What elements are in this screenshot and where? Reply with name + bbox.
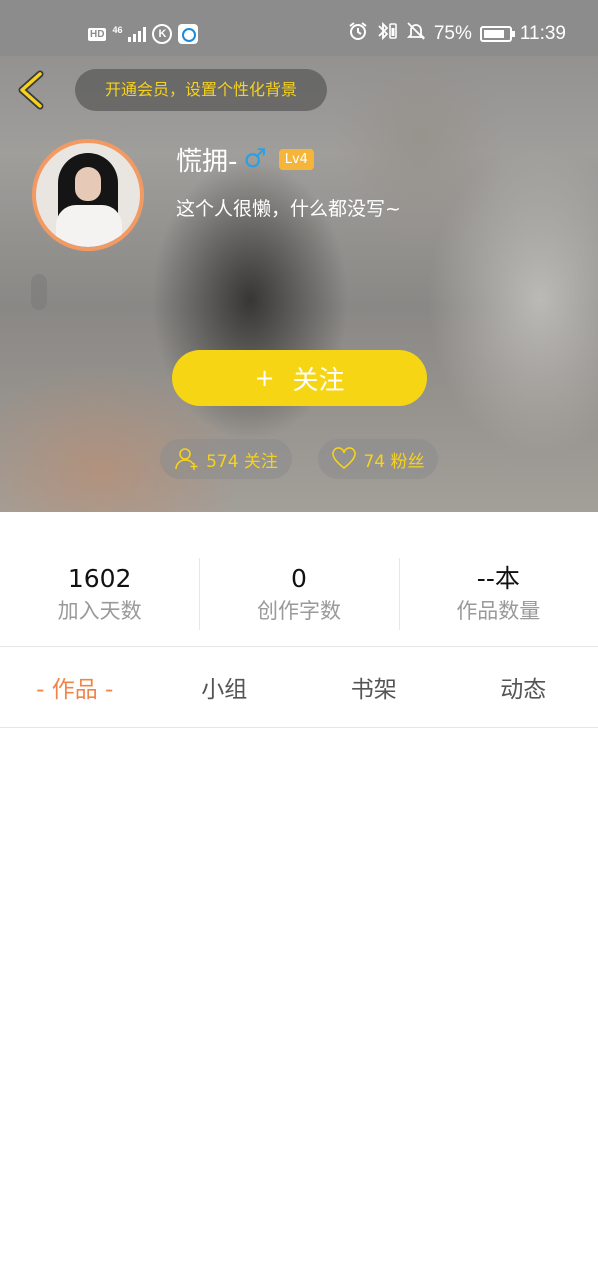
tab-bookshelf[interactable]: 书架 [299,647,449,727]
stat-label: 作品数量 [456,599,541,623]
battery-icon [479,26,515,42]
signal-icon [128,26,147,42]
user-add-icon [175,448,198,470]
network-type: 46 [112,25,123,35]
following-count: 574 关注 [206,451,278,472]
profile-stats: 1602 加入天数 0 创作字数 --本 作品数量 [0,512,598,646]
following-count-pill[interactable]: 574 关注 [160,439,292,479]
heart-icon [332,447,357,470]
clock: 11:39 [519,23,566,44]
status-left: HD 46 K [88,22,199,46]
k-app-icon: K [152,24,173,44]
user-bio: 这个人很懒，什么都没写~ [176,198,401,220]
name-row: 慌拥- ♂ Lv4 [176,140,314,178]
tab-activity[interactable]: 动态 [449,647,598,727]
stat-join-days: 1602 加入天数 [0,512,199,646]
level-badge: Lv4 [278,148,314,170]
male-gender-icon: ♂ [243,144,267,174]
stat-word-count: 0 创作字数 [199,512,398,646]
app-notification-icon [178,24,199,44]
follow-button-label: 关注 [292,365,345,396]
tab-content-area [0,728,598,1280]
tab-groups[interactable]: 小组 [150,647,300,727]
battery-percent: 75% [433,23,472,44]
alarm-icon [348,21,368,47]
bluetooth-battery-icon [376,21,398,47]
stat-value: 0 [291,564,307,593]
stat-label: 创作字数 [256,599,341,623]
mute-icon [406,21,426,47]
profile-tabs: - 作品 - 小组 书架 动态 [0,647,598,727]
tab-works[interactable]: - 作品 - [0,647,150,727]
stat-value: 1602 [67,564,132,593]
stat-value: --本 [476,564,520,593]
status-right: 75% 11:39 [348,21,566,47]
plus-icon: + [254,364,275,392]
stat-label: 加入天数 [57,599,142,623]
fans-count-pill[interactable]: 74 粉丝 [318,439,438,479]
profile-header: HD 46 K 75% 11:39 开通会员，设置个性化背景 慌拥- ♂ Lv4… [0,0,598,512]
avatar[interactable] [32,139,144,251]
fans-count: 74 粉丝 [363,451,425,472]
hd-icon: HD [88,27,107,41]
drag-handle [31,274,47,310]
follow-button[interactable]: + 关注 [172,350,427,406]
chevron-left-icon [18,70,44,110]
vip-background-prompt[interactable]: 开通会员，设置个性化背景 [75,69,327,111]
status-bar: HD 46 K 75% 11:39 [0,0,598,56]
stat-works-count: --本 作品数量 [398,512,598,646]
username: 慌拥- [176,146,238,177]
back-button[interactable] [12,68,52,112]
